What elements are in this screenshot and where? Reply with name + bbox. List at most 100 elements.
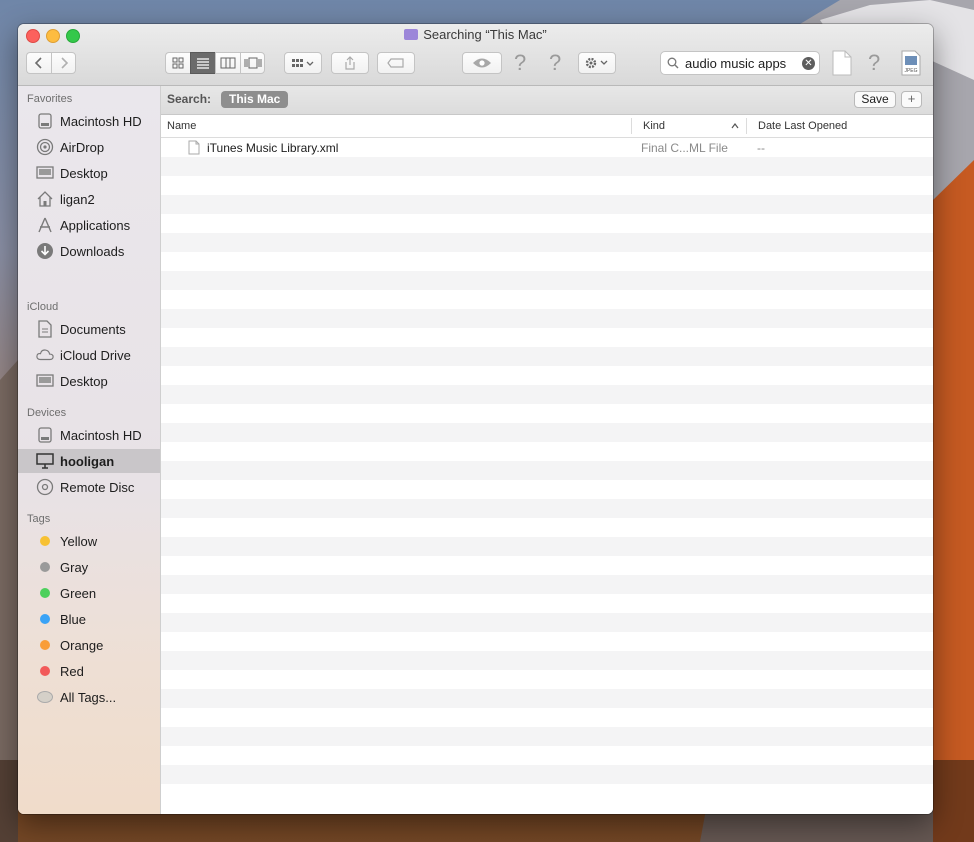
sidebar-item-desktop[interactable]: Desktop bbox=[18, 161, 160, 185]
quicklook-button[interactable] bbox=[462, 52, 502, 74]
sidebar-item-label: Applications bbox=[60, 217, 131, 233]
sidebar-item-airdrop[interactable]: AirDrop bbox=[18, 135, 160, 159]
cover-flow-button[interactable] bbox=[240, 52, 265, 74]
back-icon bbox=[34, 57, 42, 69]
icloud-header: iCloud bbox=[27, 301, 59, 313]
empty-row bbox=[161, 423, 933, 442]
sidebar-item-tag-yellow[interactable]: Yellow bbox=[18, 529, 160, 553]
sidebar-item-macintosh-hd[interactable]: Macintosh HD bbox=[18, 109, 160, 133]
airdrop-icon bbox=[36, 138, 54, 156]
search-input[interactable]: audio music apps bbox=[685, 56, 802, 71]
sidebar-item-tag-green[interactable]: Green bbox=[18, 581, 160, 605]
sidebar-item-label: Blue bbox=[60, 611, 87, 627]
finder-window: Searching “This Mac” ? ? audio music app… bbox=[18, 24, 933, 814]
sidebar-item-icloud-drive[interactable]: iCloud Drive bbox=[18, 343, 160, 367]
yellow-dot-icon bbox=[40, 536, 50, 546]
help-icon[interactable]: ? bbox=[514, 52, 526, 74]
smart-folder-icon bbox=[404, 29, 419, 40]
empty-row bbox=[161, 689, 933, 708]
sidebar-item-label: Macintosh HD bbox=[60, 113, 142, 129]
sidebar-item-hooligan[interactable]: hooligan bbox=[18, 449, 160, 473]
sidebar-item-remote-disc[interactable]: Remote Disc bbox=[18, 475, 160, 499]
gray-dot-icon bbox=[40, 562, 50, 572]
nav-buttons bbox=[26, 52, 76, 74]
sidebar-item-label: Documents bbox=[60, 321, 126, 337]
sidebar-item-label: ligan2 bbox=[60, 191, 95, 207]
list-view-button[interactable] bbox=[190, 52, 215, 74]
list-view-icon bbox=[197, 58, 209, 69]
forward-button[interactable] bbox=[51, 52, 76, 74]
column-header-kind[interactable]: Kind bbox=[643, 120, 665, 132]
share-button[interactable] bbox=[331, 52, 369, 74]
empty-row bbox=[161, 195, 933, 214]
home-icon bbox=[36, 190, 54, 208]
sidebar-item-label: Desktop bbox=[60, 165, 108, 181]
cloud-icon bbox=[36, 346, 54, 364]
sidebar-item-all-tags[interactable]: All Tags... bbox=[18, 685, 160, 709]
search-scope-bar: Search: This Mac Save + bbox=[161, 86, 933, 115]
tag-dot-icon bbox=[36, 584, 54, 602]
sidebar-item-label: Gray bbox=[60, 559, 89, 575]
action-gear-icon bbox=[585, 57, 608, 69]
sidebar-item-label: Desktop bbox=[60, 373, 108, 389]
sidebar-item-home[interactable]: ligan2 bbox=[18, 187, 160, 211]
tag-dot-icon bbox=[36, 636, 54, 654]
empty-row bbox=[161, 765, 933, 784]
orange-dot-icon bbox=[40, 640, 50, 650]
blue-dot-icon bbox=[40, 614, 50, 624]
window-title-wrap: Searching “This Mac” bbox=[18, 27, 933, 42]
column-separator[interactable] bbox=[631, 118, 632, 134]
sidebar-item-label: Macintosh HD bbox=[60, 427, 142, 443]
empty-row bbox=[161, 385, 933, 404]
sidebar-item-downloads[interactable]: Downloads bbox=[18, 239, 160, 263]
save-search-button[interactable]: Save bbox=[854, 91, 896, 108]
column-header-date[interactable]: Date Last Opened bbox=[758, 120, 847, 132]
sidebar-item-tag-orange[interactable]: Orange bbox=[18, 633, 160, 657]
table-row[interactable]: iTunes Music Library.xml Final C...ML Fi… bbox=[161, 138, 933, 157]
help-icon-2[interactable]: ? bbox=[549, 52, 561, 74]
sidebar-item-label: Green bbox=[60, 585, 97, 601]
forward-icon bbox=[60, 57, 68, 69]
jpeg-icon[interactable]: JPEG bbox=[900, 50, 922, 76]
sidebar-item-icloud-desktop[interactable]: Desktop bbox=[18, 369, 160, 393]
back-button[interactable] bbox=[26, 52, 51, 74]
sidebar-item-documents[interactable]: Documents bbox=[18, 317, 160, 341]
sidebar-item-device-macintosh-hd[interactable]: Macintosh HD bbox=[18, 423, 160, 447]
favorites-header: Favorites bbox=[27, 93, 73, 105]
search-field[interactable]: audio music apps ✕ bbox=[660, 51, 820, 75]
tag-dot-icon bbox=[36, 610, 54, 628]
scope-this-mac-button[interactable]: This Mac bbox=[221, 91, 289, 108]
sidebar: Favorites Macintosh HD AirDrop Desktop l… bbox=[18, 86, 161, 814]
sidebar-item-applications[interactable]: Applications bbox=[18, 213, 160, 237]
add-criteria-button[interactable]: + bbox=[901, 91, 922, 108]
all-tags-icon bbox=[37, 691, 53, 703]
arrange-button[interactable] bbox=[284, 52, 322, 74]
action-button[interactable] bbox=[578, 52, 616, 74]
quicklook-icon bbox=[473, 58, 491, 68]
share-icon bbox=[345, 56, 355, 70]
document-icon[interactable] bbox=[832, 50, 852, 76]
clear-search-icon[interactable]: ✕ bbox=[802, 56, 815, 70]
icon-view-button[interactable] bbox=[165, 52, 190, 74]
empty-row bbox=[161, 727, 933, 746]
sidebar-item-label: Yellow bbox=[60, 533, 98, 549]
column-view-button[interactable] bbox=[215, 52, 240, 74]
column-header-name[interactable]: Name bbox=[167, 120, 196, 132]
tag-button[interactable] bbox=[377, 52, 415, 74]
document-icon bbox=[188, 140, 200, 155]
toolbar: Searching “This Mac” ? ? audio music app… bbox=[18, 24, 933, 86]
empty-row bbox=[161, 271, 933, 290]
help-icon-3[interactable]: ? bbox=[868, 52, 880, 74]
sidebar-item-label: Downloads bbox=[60, 243, 125, 259]
red-dot-icon bbox=[40, 666, 50, 676]
sidebar-item-tag-gray[interactable]: Gray bbox=[18, 555, 160, 579]
devices-header: Devices bbox=[27, 407, 67, 419]
sidebar-item-tag-red[interactable]: Red bbox=[18, 659, 160, 683]
sidebar-item-label: hooligan bbox=[60, 453, 115, 469]
empty-row bbox=[161, 157, 933, 176]
search-results: Search: This Mac Save + Name Kind Date L… bbox=[161, 86, 933, 814]
tag-icon bbox=[387, 58, 404, 68]
column-separator[interactable] bbox=[746, 118, 747, 134]
sidebar-item-tag-blue[interactable]: Blue bbox=[18, 607, 160, 631]
column-view-icon bbox=[220, 57, 236, 69]
